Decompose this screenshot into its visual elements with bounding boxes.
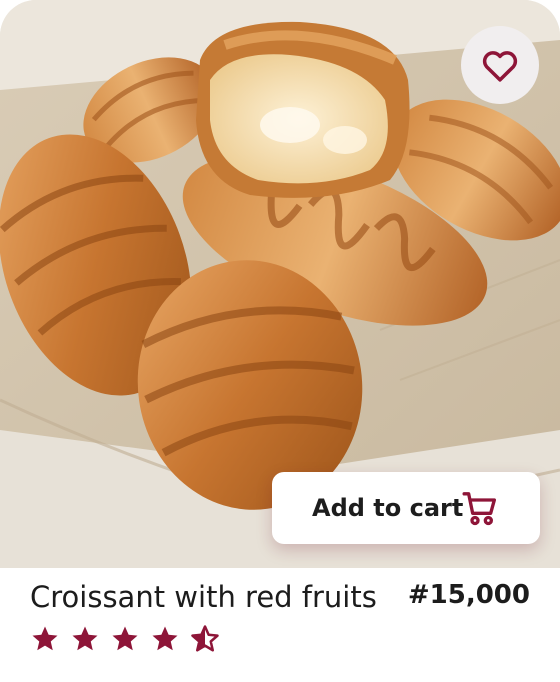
favorite-button[interactable]: [461, 26, 539, 104]
add-to-cart-button[interactable]: Add to cart: [272, 472, 540, 544]
product-title: Croissant with red fruits: [30, 580, 377, 614]
star-full-icon: [72, 626, 98, 651]
heart-outline-icon: [482, 51, 518, 82]
shopping-cart-icon: [462, 492, 496, 526]
star-full-icon: [112, 626, 138, 651]
star-half-icon: [191, 625, 219, 652]
star-full-icon: [32, 626, 58, 651]
rating-stars: [30, 624, 220, 654]
product-price: #15,000: [407, 580, 530, 610]
star-full-icon: [152, 626, 178, 651]
add-to-cart-label: Add to cart: [312, 494, 464, 522]
product-card[interactable]: Add to cart Croissant with red fruits #1…: [0, 0, 560, 682]
